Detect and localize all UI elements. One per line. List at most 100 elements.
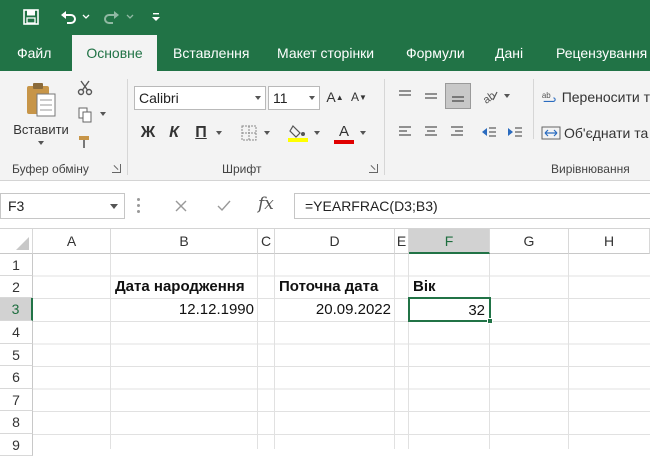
align-top-icon[interactable]: [393, 85, 417, 107]
chevron-down-icon: [110, 204, 118, 209]
decrease-indent-icon[interactable]: [477, 121, 501, 143]
font-size-value: 11: [273, 90, 288, 106]
column-header-h[interactable]: H: [569, 229, 650, 254]
tab-data[interactable]: Дані: [495, 35, 523, 71]
paste-icon: [27, 82, 56, 116]
undo-icon[interactable]: [56, 6, 80, 28]
merge-center-icon: [541, 126, 561, 140]
row-header-2[interactable]: 2: [0, 276, 33, 298]
column-header-g[interactable]: G: [490, 229, 569, 254]
cell-f3-selected[interactable]: 32: [408, 297, 491, 322]
column-header-f[interactable]: F: [409, 229, 490, 254]
ribbon: Вставити Буфер обміну Calibri 11 A ▲ A ▼ Ж…: [0, 71, 650, 181]
font-color-icon[interactable]: A: [333, 121, 355, 145]
title-bar: [0, 0, 650, 35]
cell-b3[interactable]: 12.12.1990: [111, 298, 258, 321]
copy-icon[interactable]: [74, 104, 96, 126]
row-header-3[interactable]: 3: [0, 298, 33, 321]
tab-insert[interactable]: Вставлення: [173, 35, 250, 71]
svg-text:ab: ab: [481, 90, 498, 104]
merge-center-button[interactable]: Об'єднати та: [541, 121, 650, 145]
save-icon[interactable]: [18, 6, 44, 28]
tab-formulas[interactable]: Формули: [406, 35, 465, 71]
tab-page-layout[interactable]: Макет сторінки: [277, 35, 374, 71]
align-bottom-icon[interactable]: [445, 83, 471, 109]
underline-button[interactable]: П: [190, 121, 212, 145]
paste-dropdown-icon[interactable]: [38, 140, 44, 145]
wrap-text-icon: ab: [542, 91, 556, 102]
font-color-dropdown-icon[interactable]: [358, 127, 368, 139]
paste-label: Вставити: [13, 121, 69, 137]
fill-color-icon[interactable]: [287, 121, 309, 145]
font-name-value: Calibri: [139, 90, 179, 106]
row-header-6[interactable]: 6: [0, 366, 33, 389]
font-launcher-icon[interactable]: [369, 164, 378, 173]
bold-button[interactable]: Ж: [137, 121, 159, 145]
underline-dropdown-icon[interactable]: [214, 127, 224, 139]
svg-text:ab: ab: [542, 91, 551, 100]
cut-icon[interactable]: [74, 77, 96, 99]
enter-formula-icon[interactable]: [214, 196, 234, 216]
align-middle-icon[interactable]: [419, 85, 443, 107]
copy-dropdown-icon[interactable]: [98, 108, 108, 120]
column-header-a[interactable]: A: [33, 229, 111, 254]
italic-button[interactable]: К: [163, 121, 185, 145]
cell-d2[interactable]: Поточна дата: [275, 276, 395, 298]
row-header-8[interactable]: 8: [0, 411, 33, 434]
insert-function-button[interactable]: fx: [258, 194, 278, 216]
tab-review[interactable]: Рецензування: [556, 35, 647, 71]
font-name-select[interactable]: Calibri: [134, 86, 266, 110]
align-center-icon[interactable]: [419, 121, 443, 143]
row-header-5[interactable]: 5: [0, 344, 33, 366]
wrap-text-label: Переносити т: [561, 89, 650, 105]
redo-icon[interactable]: [100, 6, 124, 28]
borders-icon[interactable]: [238, 122, 260, 144]
tab-file[interactable]: Файл: [17, 35, 51, 71]
redo-dropdown-icon[interactable]: [124, 6, 136, 28]
format-painter-icon[interactable]: [74, 131, 96, 153]
increase-font-size-button[interactable]: A ▲: [325, 86, 345, 108]
formula-bar-grip[interactable]: [137, 198, 140, 214]
chevron-down-icon: [255, 96, 261, 100]
align-right-icon[interactable]: [445, 121, 469, 143]
font-group-label: Шрифт: [222, 162, 262, 176]
wrap-text-button[interactable]: ab Переносити т: [541, 85, 650, 109]
increase-indent-icon[interactable]: [503, 121, 527, 143]
orientation-dropdown-icon[interactable]: [502, 90, 512, 102]
row-header-9[interactable]: 9: [0, 434, 33, 456]
ribbon-tabs: Файл Основне Вставлення Макет сторінки Ф…: [0, 35, 650, 71]
column-header-c[interactable]: C: [258, 229, 275, 254]
fill-handle[interactable]: [487, 318, 493, 324]
cell-b2[interactable]: Дата народження: [111, 276, 258, 298]
tab-home[interactable]: Основне: [72, 35, 157, 71]
row-header-4[interactable]: 4: [0, 321, 33, 344]
clipboard-launcher-icon[interactable]: [112, 164, 121, 173]
cell-f2[interactable]: Вік: [409, 276, 490, 298]
select-all-corner[interactable]: [0, 229, 33, 254]
column-header-b[interactable]: B: [111, 229, 258, 254]
orientation-icon[interactable]: ab: [479, 85, 501, 107]
group-separator: [384, 79, 385, 175]
font-size-select[interactable]: 11: [268, 86, 320, 110]
group-separator: [127, 79, 128, 175]
formula-input[interactable]: =YEARFRAC(D3;B3): [294, 193, 650, 219]
row-header-1[interactable]: 1: [0, 254, 33, 276]
column-header-e[interactable]: E: [395, 229, 409, 254]
fill-color-dropdown-icon[interactable]: [312, 127, 322, 139]
paste-button[interactable]: Вставити: [10, 77, 72, 147]
align-left-icon[interactable]: [393, 121, 417, 143]
merge-center-label: Об'єднати та: [564, 125, 649, 141]
cancel-formula-icon[interactable]: [171, 196, 191, 216]
column-header-d[interactable]: D: [275, 229, 395, 254]
undo-dropdown-icon[interactable]: [80, 6, 92, 28]
decrease-font-size-button[interactable]: A ▼: [349, 86, 369, 108]
cell-d3[interactable]: 20.09.2022: [275, 298, 395, 321]
chevron-down-icon: [309, 96, 315, 100]
worksheet-grid: A B C D E F G H 1 2 3 4 5 6 7 8 9 Дата н…: [0, 229, 650, 456]
row-header-7[interactable]: 7: [0, 389, 33, 411]
name-box[interactable]: F3: [0, 193, 125, 219]
group-separator: [533, 79, 534, 139]
customize-qat-icon[interactable]: [148, 6, 164, 28]
formula-bar: F3 fx =YEARFRAC(D3;B3): [0, 181, 650, 229]
borders-dropdown-icon[interactable]: [262, 127, 272, 139]
